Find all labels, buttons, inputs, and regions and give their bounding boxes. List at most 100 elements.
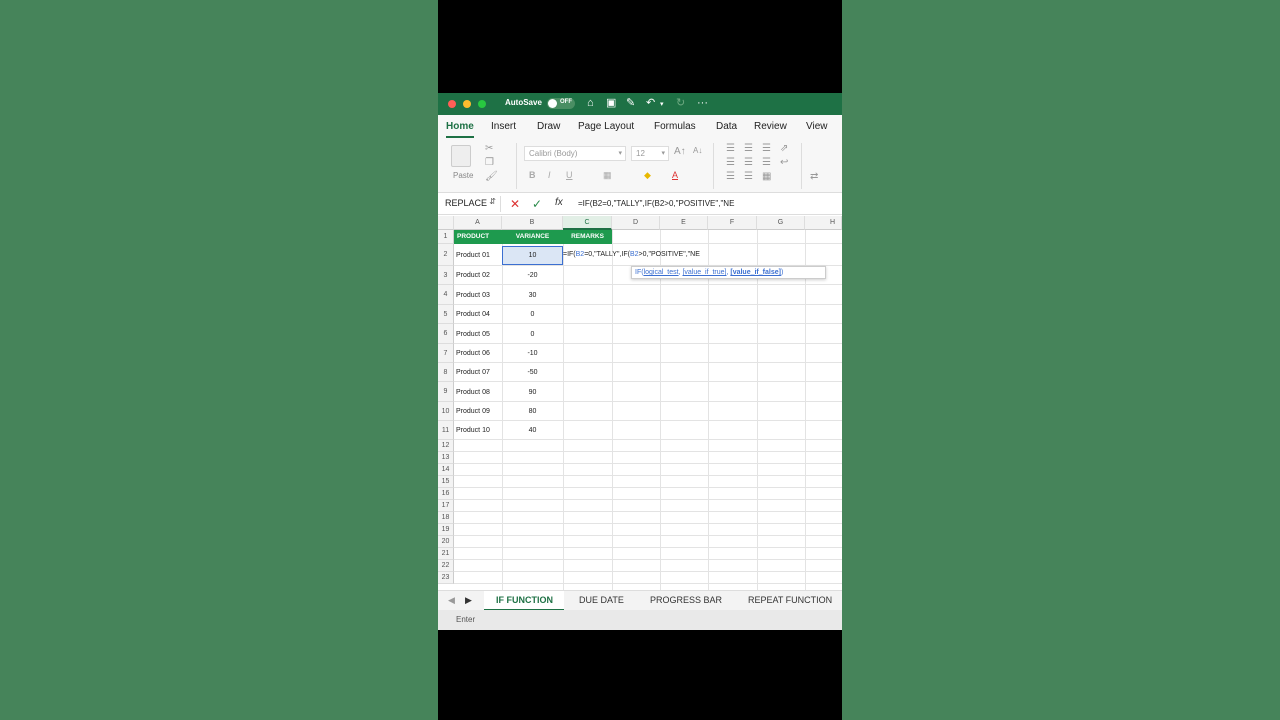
spreadsheet-grid[interactable]: A B C D E F G H 1 2 3 4 5 6 7 8 9 10 11 12 13 14 15 16 1… [438, 216, 842, 590]
formula-input[interactable]: =IF(B2=0,"TALLY",IF(B2>0,"POSITIVE","NE [578, 199, 734, 208]
variance-cell[interactable]: -20 [502, 272, 563, 279]
font-size-select[interactable]: 12 ▾ [631, 146, 669, 161]
previous-sheet-icon[interactable]: ◀ [448, 595, 455, 606]
sheet-tab-due-date[interactable]: DUE DATE [579, 595, 624, 605]
product-cell[interactable]: Product 01 [456, 252, 490, 259]
paste-label[interactable]: Paste [453, 171, 473, 180]
row-header[interactable]: 4 [438, 285, 454, 305]
row-header[interactable]: 10 [438, 402, 454, 421]
increase-indent-icon[interactable]: ☰ [744, 171, 753, 182]
sheet-tab-repeat-function[interactable]: REPEAT FUNCTION [748, 595, 832, 605]
variance-cell[interactable]: 10 [502, 252, 563, 259]
align-middle-icon[interactable]: ☰ [744, 143, 753, 154]
next-sheet-icon[interactable]: ▶ [465, 595, 472, 606]
row-header[interactable]: 11 [438, 421, 454, 440]
more-icon[interactable]: ··· [697, 96, 708, 110]
font-color-icon[interactable]: A [672, 170, 678, 180]
bold-button[interactable]: B [529, 170, 536, 180]
name-box[interactable]: REPLACE ⇵ [441, 196, 501, 212]
copy-icon[interactable]: ❐ [485, 157, 494, 168]
row-header[interactable]: 2 [438, 244, 454, 266]
sheet-tab-if-function[interactable]: IF FUNCTION [496, 595, 553, 605]
row-header[interactable]: 17 [438, 500, 454, 512]
cut-icon[interactable]: ✂ [485, 143, 493, 154]
tooltip-arg-value-if-false[interactable]: [value_if_false] [730, 269, 781, 276]
row-header[interactable]: 14 [438, 464, 454, 476]
tab-view[interactable]: View [806, 121, 828, 132]
tab-insert[interactable]: Insert [491, 121, 516, 132]
align-bottom-icon[interactable]: ☰ [762, 143, 771, 154]
clipboard-icon[interactable] [451, 145, 471, 167]
tab-formulas[interactable]: Formulas [654, 121, 696, 132]
product-cell[interactable]: Product 10 [456, 427, 490, 434]
column-header-d[interactable]: D [612, 216, 660, 230]
align-left-icon[interactable]: ☰ [726, 157, 735, 168]
align-center-icon[interactable]: ☰ [744, 157, 753, 168]
variance-cell[interactable]: 0 [502, 331, 563, 338]
product-cell[interactable]: Product 02 [456, 272, 490, 279]
product-cell[interactable]: Product 03 [456, 292, 490, 299]
redo-icon[interactable]: ↻ [676, 96, 685, 110]
sheet-tab-progress-bar[interactable]: PROGRESS BAR [650, 595, 722, 605]
tab-draw[interactable]: Draw [537, 121, 560, 132]
product-cell[interactable]: Product 07 [456, 369, 490, 376]
row-header[interactable]: 13 [438, 452, 454, 464]
row-header[interactable]: 18 [438, 512, 454, 524]
select-all-corner[interactable] [438, 216, 454, 230]
minimize-window-button[interactable] [463, 100, 471, 108]
borders-icon[interactable]: ▦ [603, 170, 612, 181]
cancel-icon[interactable]: ✕ [510, 197, 520, 211]
column-header-g[interactable]: G [757, 216, 805, 230]
tab-page-layout[interactable]: Page Layout [578, 121, 634, 132]
undo-dropdown-icon[interactable]: ▾ [660, 98, 664, 112]
header-remarks[interactable]: REMARKS [563, 230, 612, 244]
tooltip-arg-value-if-true[interactable]: [value_if_true] [682, 269, 726, 276]
close-window-button[interactable] [448, 100, 456, 108]
home-icon[interactable]: ⌂ [587, 96, 594, 110]
column-header-b[interactable]: B [502, 216, 563, 230]
row-header[interactable]: 7 [438, 344, 454, 363]
column-header-h[interactable]: H [805, 216, 842, 230]
header-variance[interactable]: VARIANCE [502, 230, 563, 244]
column-header-e[interactable]: E [660, 216, 708, 230]
font-name-select[interactable]: Calibri (Body) ▾ [524, 146, 626, 161]
variance-cell[interactable]: 80 [502, 408, 563, 415]
product-cell[interactable]: Product 08 [456, 389, 490, 396]
tab-data[interactable]: Data [716, 121, 737, 132]
enter-icon[interactable]: ✓ [532, 197, 542, 211]
fill-color-icon[interactable]: ◆ [644, 170, 651, 181]
row-header[interactable]: 5 [438, 305, 454, 324]
insert-function-icon[interactable]: fx [555, 197, 563, 208]
column-header-f[interactable]: F [708, 216, 757, 230]
header-product[interactable]: PRODUCT [454, 230, 502, 244]
variance-cell[interactable]: -10 [502, 350, 563, 357]
row-header[interactable]: 6 [438, 324, 454, 344]
autosave-toggle[interactable]: OFF [547, 98, 575, 109]
merge-center-icon[interactable]: ▦ [762, 171, 771, 182]
tab-review[interactable]: Review [754, 121, 787, 132]
row-header[interactable]: 15 [438, 476, 454, 488]
variance-cell[interactable]: -50 [502, 369, 563, 376]
variance-cell[interactable]: 30 [502, 292, 563, 299]
editing-cell-c2[interactable]: =IF(B2=0,"TALLY",IF(B2>0,"POSITIVE","NE [563, 251, 700, 258]
product-cell[interactable]: Product 05 [456, 331, 490, 338]
italic-button[interactable]: I [548, 170, 551, 180]
row-header[interactable]: 9 [438, 382, 454, 402]
variance-cell[interactable]: 90 [502, 389, 563, 396]
product-cell[interactable]: Product 06 [456, 350, 490, 357]
product-cell[interactable]: Product 09 [456, 408, 490, 415]
column-header-c[interactable]: C [563, 216, 612, 230]
tooltip-arg-logical-test[interactable]: logical_test [644, 269, 679, 276]
decrease-font-icon[interactable]: A↓ [693, 146, 702, 155]
variance-cell[interactable]: 0 [502, 311, 563, 318]
row-header[interactable]: 23 [438, 572, 454, 584]
tooltip-function-name[interactable]: IF( [635, 269, 644, 276]
orientation-icon[interactable]: ⇗ [780, 143, 788, 154]
row-header[interactable]: 1 [438, 230, 454, 244]
row-header[interactable]: 21 [438, 548, 454, 560]
row-header[interactable]: 20 [438, 536, 454, 548]
save-icon[interactable]: ▣ [606, 96, 616, 110]
undo-icon[interactable]: ↶ [646, 96, 655, 110]
format-painter-icon[interactable]: 🖌 [485, 171, 498, 182]
row-header[interactable]: 19 [438, 524, 454, 536]
